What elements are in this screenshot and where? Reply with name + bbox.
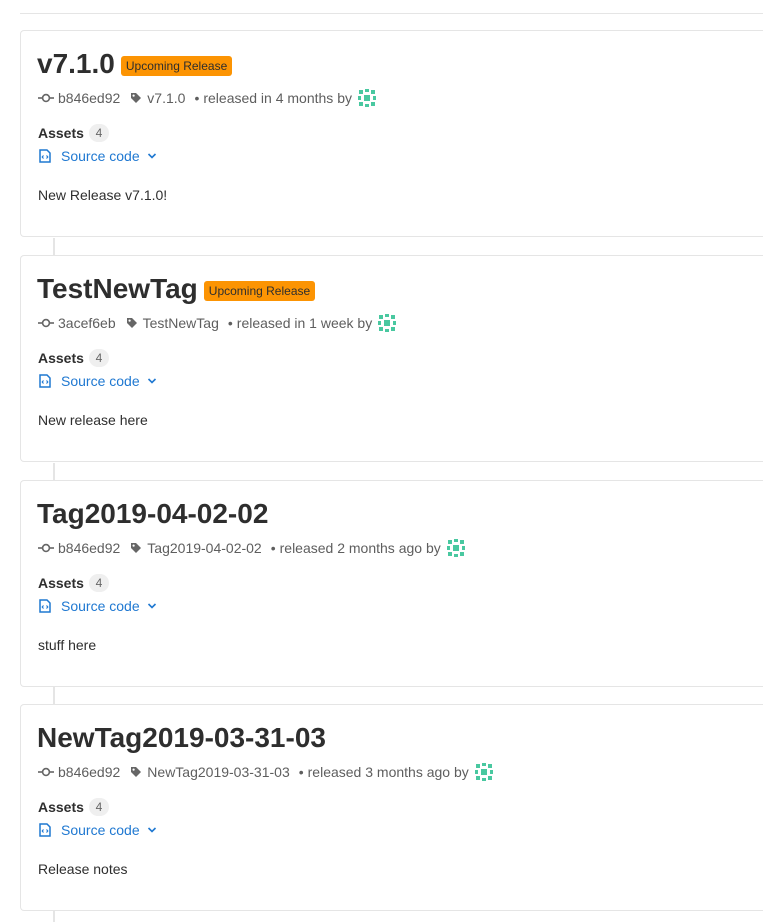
releases-page: v7.1.0 Upcoming Release b846ed92 v7.1.0 … [0,0,763,922]
assets-count-badge: 4 [88,798,109,816]
release-notes: New Release v7.1.0! [38,187,168,203]
assets-header: Assets 4 [38,574,109,592]
commit-sha[interactable]: 3acef6eb [58,315,116,331]
chevron-down-icon[interactable] [147,826,157,834]
tag-icon [130,766,142,778]
release-card: NewTag2019-03-31-03 b846ed92 NewTag2019-… [20,704,763,911]
release-meta: b846ed92 NewTag2019-03-31-03 • released … [38,761,494,783]
tag-name[interactable]: TestNewTag [143,315,219,331]
tag-name[interactable]: v7.1.0 [147,90,185,106]
release-title[interactable]: TestNewTag [37,271,198,307]
release-card: Tag2019-04-02-02 b846ed92 Tag2019-04-02-… [20,480,763,687]
timeline-connector [53,238,55,255]
release-title[interactable]: NewTag2019-03-31-03 [37,720,326,756]
doc-code-icon [39,149,51,163]
source-code-label[interactable]: Source code [61,148,140,164]
source-code-label[interactable]: Source code [61,598,140,614]
source-code-dropdown[interactable]: Source code [39,373,157,389]
upcoming-release-badge: Upcoming Release [120,55,233,76]
doc-code-icon [39,823,51,837]
release-meta: b846ed92 Tag2019-04-02-02 • released 2 m… [38,537,466,559]
release-meta: b846ed92 v7.1.0 • released in 4 months b… [38,87,377,109]
release-meta: 3acef6eb TestNewTag • released in 1 week… [38,312,397,334]
release-date: released 3 months ago by [307,764,469,780]
separator-dot: • [194,90,200,106]
release-title-row: v7.1.0 Upcoming Release [37,46,233,82]
assets-header: Assets 4 [38,124,109,142]
author-avatar[interactable] [377,313,397,333]
release-date: released in 1 week by [236,315,373,331]
release-title[interactable]: Tag2019-04-02-02 [37,496,268,532]
source-code-dropdown[interactable]: Source code [39,822,157,838]
assets-label: Assets [38,350,84,366]
source-code-dropdown[interactable]: Source code [39,148,157,164]
assets-header: Assets 4 [38,349,109,367]
commit-sha[interactable]: b846ed92 [58,90,120,106]
release-notes: stuff here [38,637,97,653]
commit-icon [38,766,54,778]
assets-count-badge: 4 [88,349,109,367]
release-title-row: Tag2019-04-02-02 [37,496,268,532]
chevron-down-icon[interactable] [147,377,157,385]
timeline-connector [53,463,55,480]
tag-icon [130,92,142,104]
assets-count-badge: 4 [88,124,109,142]
separator-dot: • [298,764,304,780]
release-title[interactable]: v7.1.0 [37,46,115,82]
tag-icon [130,542,142,554]
divider [20,13,763,14]
doc-code-icon [39,599,51,613]
release-date: released in 4 months by [203,90,352,106]
timeline-connector [53,687,55,704]
commit-sha[interactable]: b846ed92 [58,764,120,780]
source-code-label[interactable]: Source code [61,373,140,389]
commit-icon [38,92,54,104]
separator-dot: • [270,540,276,556]
release-card: TestNewTag Upcoming Release 3acef6eb Tes… [20,255,763,462]
assets-label: Assets [38,125,84,141]
tag-name[interactable]: NewTag2019-03-31-03 [147,764,289,780]
release-notes: New release here [38,412,148,428]
tag-name[interactable]: Tag2019-04-02-02 [147,540,261,556]
tag-icon [126,317,138,329]
chevron-down-icon[interactable] [147,602,157,610]
author-avatar[interactable] [474,762,494,782]
timeline-connector [53,911,55,922]
release-notes: Release notes [38,861,128,877]
upcoming-release-badge: Upcoming Release [203,280,316,301]
commit-icon [38,317,54,329]
release-date: released 2 months ago by [279,540,441,556]
source-code-label[interactable]: Source code [61,822,140,838]
doc-code-icon [39,374,51,388]
release-card: v7.1.0 Upcoming Release b846ed92 v7.1.0 … [20,30,763,237]
assets-header: Assets 4 [38,798,109,816]
release-title-row: NewTag2019-03-31-03 [37,720,326,756]
author-avatar[interactable] [357,88,377,108]
source-code-dropdown[interactable]: Source code [39,598,157,614]
author-avatar[interactable] [446,538,466,558]
commit-icon [38,542,54,554]
chevron-down-icon[interactable] [147,152,157,160]
assets-label: Assets [38,575,84,591]
commit-sha[interactable]: b846ed92 [58,540,120,556]
release-title-row: TestNewTag Upcoming Release [37,271,316,307]
separator-dot: • [227,315,233,331]
assets-count-badge: 4 [88,574,109,592]
assets-label: Assets [38,799,84,815]
